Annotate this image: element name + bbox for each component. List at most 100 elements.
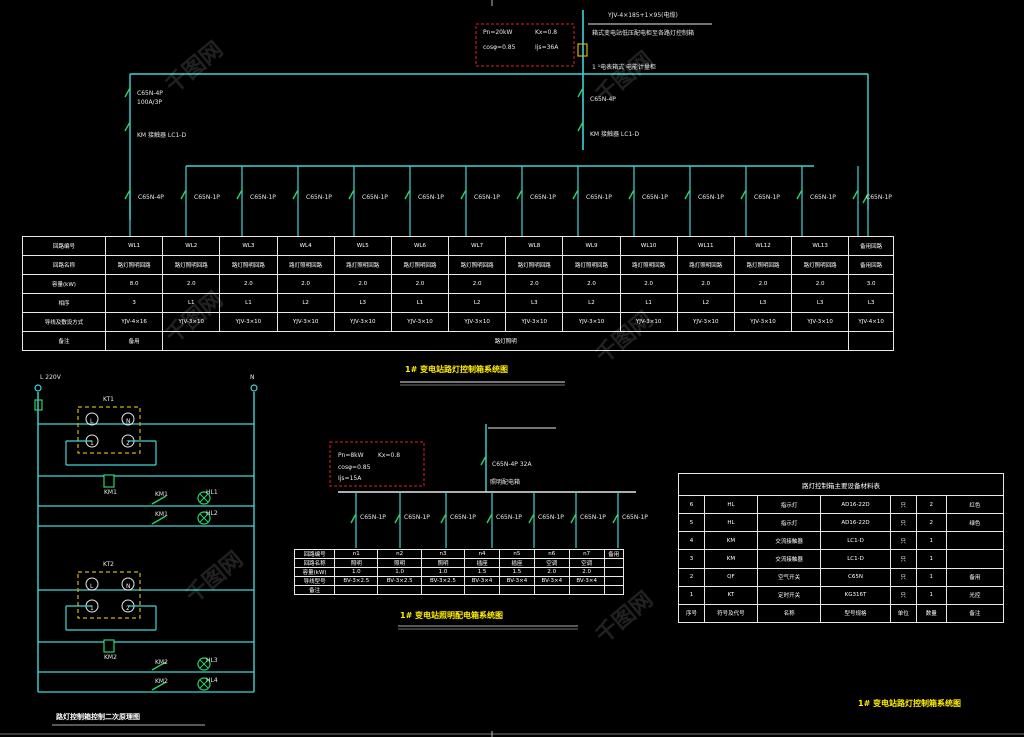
table-cell: 路灯照明回路 [219, 255, 278, 275]
table-cell: 回路名称 [293, 558, 336, 568]
table-cell: WL2 [162, 236, 221, 256]
table-cell: L2 [276, 293, 335, 313]
table-cell: 数量 [915, 603, 947, 624]
table-row: 备注 [293, 585, 625, 595]
legend-line: Ijs=36A [535, 44, 559, 51]
table-row: 导线及敷设方式 YJV-4×16 YJV-3×10 YJV-3×10 YJV-3×10 Y… [22, 312, 894, 332]
table-cell: 2 [915, 513, 947, 533]
table-cell: WL11 [676, 236, 735, 256]
table-cell: L3 [791, 293, 850, 313]
feeder-label: C65N-1P [866, 194, 892, 201]
table-cell: L3 [848, 293, 894, 313]
table-cell: 空调 [568, 558, 605, 568]
terminal-label: L [90, 418, 94, 425]
table-cell: WL8 [505, 236, 564, 256]
table-cell: 1.0 [377, 567, 422, 577]
feeder-label: C65N-1P [250, 194, 276, 201]
feeder-switch [180, 189, 187, 200]
feeder-switch [796, 189, 803, 200]
table-cell: L1 [219, 293, 278, 313]
table-cell: 1 [915, 531, 947, 551]
drawing-canvas [0, 0, 1024, 737]
feeder-switch [572, 189, 579, 200]
sub-feeder-label: C65N-1P [622, 514, 648, 521]
table-cell: 路灯照明回路 [104, 255, 164, 275]
table-cell: 只 [889, 495, 917, 515]
table-cell: HL [703, 495, 758, 515]
table-row: 5 HL 指示灯 AD16-22D 只 2 绿色 [678, 513, 1005, 533]
table-cell: 3.0 [848, 274, 894, 294]
table-cell: 照明 [420, 558, 466, 568]
breaker-label: C65N-4P [590, 96, 616, 103]
table-cell: BV-3×4 [568, 576, 605, 586]
table-row: 回路名称 路灯照明回路 路灯照明回路 路灯照明回路 路灯照明回路 路灯照明回路 路灯照明回路… [22, 255, 894, 275]
main-diagram-title: 1# 变电站路灯控制箱系统图 [405, 365, 509, 374]
table-cell: AD16-22D [820, 513, 891, 533]
page-title: 1# 变电站路灯控制箱系统图 [858, 699, 962, 708]
table-cell: 2.0 [505, 274, 564, 294]
timer-label: KT1 [103, 396, 114, 403]
feeder-switch [740, 189, 747, 200]
table-cell: n5 [499, 549, 535, 559]
table-cell: n6 [533, 549, 570, 559]
terminal-label: 2 [126, 440, 130, 447]
table-cell [499, 585, 535, 595]
table-cell: 8.0 [104, 274, 164, 294]
table-cell: 容量(kW) [293, 567, 336, 577]
table-cell: 2.0 [333, 274, 392, 294]
table-cell: 插座 [464, 558, 500, 568]
table-cell: YJV-4×10 [848, 312, 894, 332]
terminal-label: 2 [126, 605, 130, 612]
table-cell: 2.0 [162, 274, 221, 294]
table-cell: 2 [915, 495, 947, 515]
table-cell: 路灯照明回路 [733, 255, 793, 275]
main-circuit-table: 回路编号 WL1 WL2 WL3 WL4 WL5 WL6 WL7 WL8 WL9 WL10 WL11 W… [22, 236, 894, 351]
table-cell: BV-3×4 [533, 576, 570, 586]
table-cell: L2 [676, 293, 735, 313]
sub-feeder-switch [528, 513, 535, 524]
table-cell: YJV-3×10 [619, 312, 678, 332]
table-row: 2 QF 空气开关 C65N 只 1 备用 [678, 567, 1005, 587]
contact-label: KM2 [155, 659, 168, 666]
feeder-label: C65N-1P [754, 194, 780, 201]
table-cell: 名称 [756, 603, 822, 624]
table-cell: WL5 [333, 236, 392, 256]
table-cell: WL7 [448, 236, 507, 256]
table-cell: 3 [678, 549, 705, 569]
row-header: 相序 [22, 293, 106, 313]
table-cell: BV-3×4 [499, 576, 535, 586]
table-cell: YJV-3×10 [791, 312, 850, 332]
table-cell: 回路编号 [293, 549, 336, 559]
sub-feeder-label: C65N-1P [538, 514, 564, 521]
table-cell: 照明 [334, 558, 379, 568]
feeder-label: C65N-1P [362, 194, 388, 201]
table-cell: 绿色 [945, 513, 1005, 533]
feeder-switch [236, 189, 243, 200]
table-cell: YJV-3×10 [276, 312, 335, 332]
table-row: 6 HL 指示灯 AD16-22D 只 2 红色 [678, 495, 1005, 515]
table-cell: WL13 [791, 236, 850, 256]
source-label: YJV-4×185+1×95(电缆) [608, 12, 678, 19]
row-header: 备注 [22, 331, 106, 351]
table-cell: 2.0 [276, 274, 335, 294]
table-row: 相序 3 L1 L1 L2 L3 L1 L2 L3 L2 L1 L2 L3 L3 L3 [22, 293, 894, 313]
incoming-label: C65N-4P 32A [492, 461, 532, 468]
legend-line: Kx=0.8 [378, 452, 401, 459]
table-cell: n4 [464, 549, 500, 559]
table-cell: 空调 [533, 558, 570, 568]
table-cell: KM [703, 549, 758, 569]
table-row: 1 KT 定时开关 KG316T 只 1 光控 [678, 585, 1005, 605]
row-header: 容量(kW) [22, 274, 106, 294]
table-cell: 备用 [945, 567, 1005, 587]
table-cell: YJV-3×10 [505, 312, 564, 332]
table-cell: 2.0 [219, 274, 278, 294]
table-cell: YJV-3×10 [162, 312, 221, 332]
table-cell: KT [703, 585, 758, 605]
table-cell: 备用 [603, 549, 625, 559]
table-row: 序号 符号及代号 名称 型号规格 单位 数量 备注 [678, 603, 1005, 624]
feeder-label: C65N-1P [306, 194, 332, 201]
row-header: 回路编号 [22, 236, 106, 256]
table-cell [420, 585, 466, 595]
table-cell: L3 [733, 293, 793, 313]
sub-circuit-table: 回路编号 n1 n2 n3 n4 n5 n6 n7 备用 回路名称 照明 照明 照明 插座 插座 空调 空调 容量… [293, 549, 625, 595]
